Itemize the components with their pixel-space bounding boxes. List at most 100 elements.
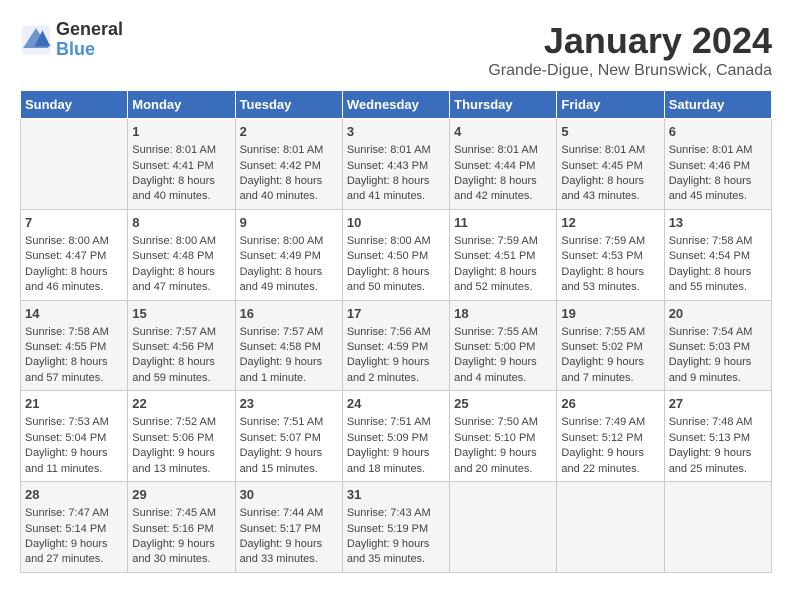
day-number: 10 xyxy=(347,214,445,232)
day-info: Sunset: 5:16 PM xyxy=(132,522,230,537)
day-info: and 9 minutes. xyxy=(669,371,767,386)
day-info: Sunset: 4:41 PM xyxy=(132,159,230,174)
day-info: and 2 minutes. xyxy=(347,371,445,386)
calendar-day-cell: 17Sunrise: 7:56 AMSunset: 4:59 PMDayligh… xyxy=(342,300,449,391)
calendar-day-cell: 8Sunrise: 8:00 AMSunset: 4:48 PMDaylight… xyxy=(128,209,235,300)
day-info: and 46 minutes. xyxy=(25,280,123,295)
day-info: Sunset: 5:00 PM xyxy=(454,340,552,355)
day-info: Daylight: 8 hours xyxy=(240,265,338,280)
calendar-day-cell: 10Sunrise: 8:00 AMSunset: 4:50 PMDayligh… xyxy=(342,209,449,300)
day-number: 31 xyxy=(347,486,445,504)
day-info: Sunrise: 8:00 AM xyxy=(347,234,445,249)
day-number: 1 xyxy=(132,123,230,141)
day-info: Daylight: 8 hours xyxy=(669,265,767,280)
day-info: Daylight: 8 hours xyxy=(454,265,552,280)
calendar-day-cell: 1Sunrise: 8:01 AMSunset: 4:41 PMDaylight… xyxy=(128,119,235,210)
day-info: Daylight: 8 hours xyxy=(25,355,123,370)
day-info: Sunrise: 8:01 AM xyxy=(561,143,659,158)
day-info: Daylight: 8 hours xyxy=(347,265,445,280)
calendar-day-cell xyxy=(557,482,664,573)
calendar-day-cell xyxy=(664,482,771,573)
logo-general: General xyxy=(56,20,123,40)
day-info: Daylight: 9 hours xyxy=(454,446,552,461)
day-number: 15 xyxy=(132,305,230,323)
day-number: 6 xyxy=(669,123,767,141)
day-info: Sunrise: 8:01 AM xyxy=(347,143,445,158)
day-info: Daylight: 9 hours xyxy=(240,537,338,552)
calendar-day-cell: 9Sunrise: 8:00 AMSunset: 4:49 PMDaylight… xyxy=(235,209,342,300)
day-number: 30 xyxy=(240,486,338,504)
day-info: Daylight: 9 hours xyxy=(669,355,767,370)
day-info: and 35 minutes. xyxy=(347,552,445,567)
day-info: and 43 minutes. xyxy=(561,189,659,204)
day-info: Sunrise: 7:57 AM xyxy=(240,325,338,340)
calendar-day-cell xyxy=(21,119,128,210)
day-info: Sunrise: 7:55 AM xyxy=(454,325,552,340)
day-number: 24 xyxy=(347,395,445,413)
day-number: 23 xyxy=(240,395,338,413)
day-number: 9 xyxy=(240,214,338,232)
day-info: Sunset: 5:14 PM xyxy=(25,522,123,537)
day-info: Sunset: 4:53 PM xyxy=(561,249,659,264)
day-info: Daylight: 9 hours xyxy=(25,537,123,552)
day-number: 20 xyxy=(669,305,767,323)
day-info: Daylight: 9 hours xyxy=(347,537,445,552)
day-number: 11 xyxy=(454,214,552,232)
day-info: Daylight: 9 hours xyxy=(669,446,767,461)
day-number: 27 xyxy=(669,395,767,413)
weekday-header-row: SundayMondayTuesdayWednesdayThursdayFrid… xyxy=(21,91,772,119)
day-info: Sunrise: 8:00 AM xyxy=(240,234,338,249)
day-info: Sunset: 5:04 PM xyxy=(25,431,123,446)
day-number: 14 xyxy=(25,305,123,323)
day-info: and 42 minutes. xyxy=(454,189,552,204)
day-info: and 53 minutes. xyxy=(561,280,659,295)
calendar-week-row: 1Sunrise: 8:01 AMSunset: 4:41 PMDaylight… xyxy=(21,119,772,210)
day-info: Sunset: 4:45 PM xyxy=(561,159,659,174)
day-number: 26 xyxy=(561,395,659,413)
day-info: and 4 minutes. xyxy=(454,371,552,386)
day-info: Daylight: 9 hours xyxy=(25,446,123,461)
day-info: Sunrise: 8:00 AM xyxy=(132,234,230,249)
day-number: 3 xyxy=(347,123,445,141)
day-number: 18 xyxy=(454,305,552,323)
day-info: Sunrise: 7:58 AM xyxy=(25,325,123,340)
day-number: 13 xyxy=(669,214,767,232)
day-info: and 18 minutes. xyxy=(347,462,445,477)
day-info: and 49 minutes. xyxy=(240,280,338,295)
calendar-day-cell: 4Sunrise: 8:01 AMSunset: 4:44 PMDaylight… xyxy=(450,119,557,210)
day-info: Sunrise: 7:59 AM xyxy=(561,234,659,249)
day-info: Sunrise: 7:55 AM xyxy=(561,325,659,340)
calendar-table: SundayMondayTuesdayWednesdayThursdayFrid… xyxy=(20,90,772,573)
day-info: Daylight: 8 hours xyxy=(561,265,659,280)
day-info: and 33 minutes. xyxy=(240,552,338,567)
calendar-subtitle: Grande-Digue, New Brunswick, Canada xyxy=(488,62,772,80)
day-info: Sunrise: 7:47 AM xyxy=(25,506,123,521)
day-info: Sunset: 4:55 PM xyxy=(25,340,123,355)
day-info: Sunset: 5:06 PM xyxy=(132,431,230,446)
day-number: 12 xyxy=(561,214,659,232)
day-info: Daylight: 8 hours xyxy=(454,174,552,189)
day-info: Sunrise: 8:01 AM xyxy=(240,143,338,158)
weekday-header-monday: Monday xyxy=(128,91,235,119)
day-info: Daylight: 9 hours xyxy=(240,446,338,461)
day-info: Daylight: 9 hours xyxy=(347,355,445,370)
day-number: 7 xyxy=(25,214,123,232)
weekday-header-thursday: Thursday xyxy=(450,91,557,119)
calendar-day-cell xyxy=(450,482,557,573)
day-info: Daylight: 8 hours xyxy=(25,265,123,280)
day-info: Daylight: 8 hours xyxy=(132,174,230,189)
calendar-day-cell: 30Sunrise: 7:44 AMSunset: 5:17 PMDayligh… xyxy=(235,482,342,573)
weekday-header-sunday: Sunday xyxy=(21,91,128,119)
day-info: and 41 minutes. xyxy=(347,189,445,204)
calendar-day-cell: 19Sunrise: 7:55 AMSunset: 5:02 PMDayligh… xyxy=(557,300,664,391)
calendar-day-cell: 27Sunrise: 7:48 AMSunset: 5:13 PMDayligh… xyxy=(664,391,771,482)
day-info: Sunrise: 7:49 AM xyxy=(561,415,659,430)
day-info: Sunrise: 7:57 AM xyxy=(132,325,230,340)
day-number: 16 xyxy=(240,305,338,323)
day-number: 5 xyxy=(561,123,659,141)
calendar-day-cell: 2Sunrise: 8:01 AMSunset: 4:42 PMDaylight… xyxy=(235,119,342,210)
day-info: and 27 minutes. xyxy=(25,552,123,567)
weekday-header-tuesday: Tuesday xyxy=(235,91,342,119)
day-number: 28 xyxy=(25,486,123,504)
weekday-header-wednesday: Wednesday xyxy=(342,91,449,119)
